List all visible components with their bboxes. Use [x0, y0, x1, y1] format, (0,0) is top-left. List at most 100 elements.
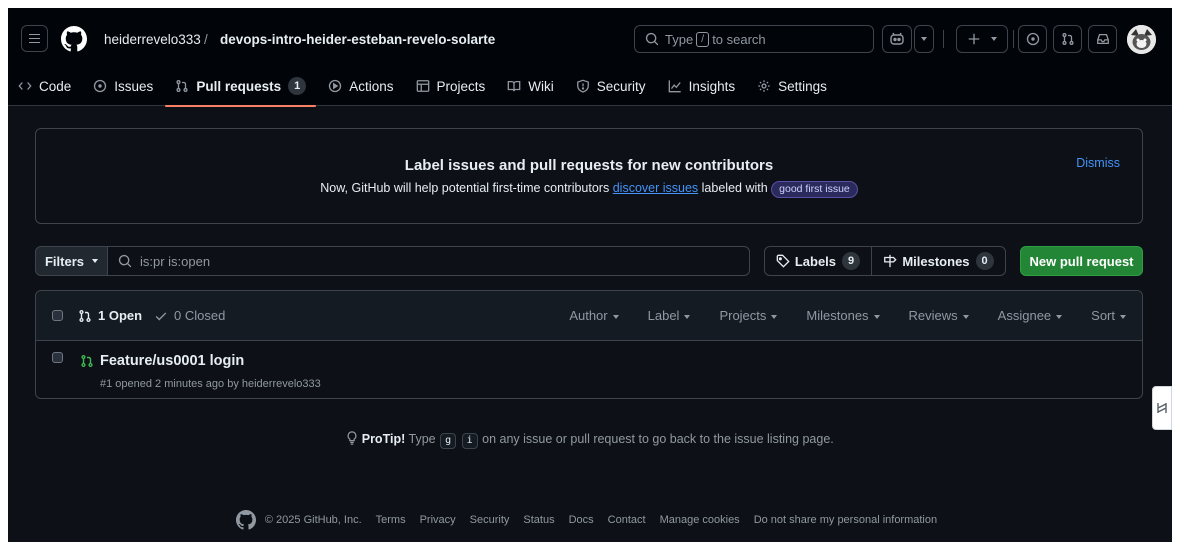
menu-label: Projects: [719, 308, 767, 323]
labels-count-badge: 9: [842, 252, 861, 270]
chevron-down-icon: [1056, 314, 1063, 319]
footer-link-manage-cookies[interactable]: Manage cookies: [660, 514, 740, 526]
gear-icon: [758, 80, 770, 92]
menu-label: Milestones: [806, 308, 869, 323]
list-item: Feature/us0001 login #1 opened 2 minutes…: [36, 341, 1142, 398]
pull-request-list: 1 Open 0 Closed Author Label Projects Mi…: [35, 290, 1143, 399]
footer-link-privacy[interactable]: Privacy: [420, 514, 456, 526]
avatar[interactable]: [1127, 25, 1156, 54]
closed-filter-link[interactable]: 0 Closed: [154, 308, 225, 323]
chevron-down-icon: [684, 314, 691, 319]
reviews-dropdown[interactable]: Reviews: [909, 308, 969, 323]
footer-link-security[interactable]: Security: [470, 514, 510, 526]
banner-text-before: Now, GitHub will help potential first-ti…: [320, 181, 610, 195]
tab-code[interactable]: Code: [8, 72, 81, 100]
tab-actions[interactable]: Actions: [318, 72, 403, 100]
select-all-checkbox[interactable]: [52, 310, 63, 321]
open-pull-request-icon: [81, 354, 93, 368]
breadcrumb-owner[interactable]: heiderrevelo333: [104, 32, 201, 47]
open-count: 1 Open: [98, 308, 143, 323]
tab-projects[interactable]: Projects: [406, 72, 496, 100]
keyboard-key-g: g: [440, 433, 457, 449]
tab-label: Projects: [436, 78, 486, 94]
tab-label: Actions: [349, 78, 394, 94]
menu-label: Author: [569, 308, 608, 323]
sort-dropdown[interactable]: Sort: [1091, 308, 1126, 323]
chevron-down-icon: [612, 314, 619, 319]
github-logo-icon[interactable]: [61, 26, 87, 52]
labels-label: Labels: [794, 253, 837, 269]
filters-button[interactable]: Filters: [35, 246, 108, 276]
closed-count: 0 Closed: [174, 308, 226, 323]
new-pull-request-button[interactable]: New pull request: [1020, 246, 1143, 276]
pull-request-search-input[interactable]: is:pr is:open: [107, 246, 750, 276]
menu-button[interactable]: [21, 25, 48, 52]
search-icon: [645, 32, 659, 46]
footer-link-contact[interactable]: Contact: [608, 514, 646, 526]
chevron-down-icon: [991, 37, 997, 41]
pull-request-title-link[interactable]: Feature/us0001 login: [100, 353, 244, 369]
side-panel-toggle[interactable]: [1152, 386, 1172, 430]
chevron-down-icon: [921, 37, 927, 41]
tab-label: Pull requests: [196, 78, 282, 94]
global-search-input[interactable]: Type / to search: [634, 25, 874, 53]
open-filter-link[interactable]: 1 Open: [78, 308, 142, 323]
light-bulb-icon: [347, 431, 357, 445]
keyboard-key-i: i: [461, 433, 478, 449]
create-new-button[interactable]: [956, 25, 1008, 53]
pull-requests-count-badge: 1: [288, 77, 307, 95]
repo-nav: Code Issues Pull requests 1 Actions Proj…: [8, 72, 839, 107]
tab-label: Issues: [114, 78, 154, 94]
breadcrumb-repo[interactable]: devops-intro-heider-esteban-revelo-solar…: [220, 32, 495, 47]
play-icon: [329, 79, 342, 93]
copilot-icon: [890, 32, 904, 45]
list-header: 1 Open 0 Closed Author Label Projects Mi…: [36, 291, 1142, 341]
chevron-down-icon: [771, 314, 778, 319]
author-dropdown[interactable]: Author: [569, 308, 619, 323]
tab-pull-requests[interactable]: Pull requests 1: [165, 72, 317, 107]
tab-label: Insights: [688, 78, 736, 94]
inbox-icon: [1096, 33, 1109, 45]
tab-security[interactable]: Security: [566, 72, 656, 100]
book-icon: [507, 80, 521, 92]
footer-link-status[interactable]: Status: [523, 514, 554, 526]
tab-label: Code: [39, 78, 72, 94]
filters-label: Filters: [44, 253, 84, 269]
github-logo-icon[interactable]: [235, 510, 256, 530]
shield-icon: [576, 79, 589, 93]
banner-title: Label issues and pull requests for new c…: [404, 157, 774, 174]
tab-label: Settings: [778, 78, 827, 94]
menu-label: Label: [647, 308, 680, 323]
tab-wiki[interactable]: Wiki: [497, 72, 564, 100]
discover-issues-link[interactable]: discover issues: [613, 181, 698, 195]
pull-requests-button[interactable]: [1053, 25, 1082, 53]
milestones-dropdown[interactable]: Milestones: [806, 308, 880, 323]
label-dropdown[interactable]: Label: [648, 308, 691, 323]
milestone-icon: [884, 254, 897, 268]
footer-link-do-not-share[interactable]: Do not share my personal information: [754, 514, 937, 526]
copilot-button[interactable]: [882, 25, 912, 53]
window-edge: [1172, 0, 1180, 542]
row-checkbox[interactable]: [52, 352, 63, 363]
labels-button[interactable]: Labels 9: [764, 246, 872, 276]
copilot-dropdown-button[interactable]: [914, 25, 934, 53]
issues-button[interactable]: [1018, 25, 1047, 53]
protip-after: on any issue or pull request to go back …: [482, 432, 834, 446]
user-avatar-icon: [1127, 25, 1156, 54]
milestones-button[interactable]: Milestones 0: [871, 246, 1006, 276]
tab-insights[interactable]: Insights: [658, 72, 746, 100]
dismiss-button[interactable]: Dismiss: [1076, 156, 1120, 170]
tab-settings[interactable]: Settings: [747, 72, 837, 100]
protip-before: Type: [408, 432, 436, 446]
good-first-issue-label[interactable]: good first issue: [771, 181, 858, 198]
projects-dropdown[interactable]: Projects: [719, 308, 778, 323]
translate-icon: [1157, 403, 1167, 413]
assignee-dropdown[interactable]: Assignee: [998, 308, 1063, 323]
tab-issues[interactable]: Issues: [83, 72, 163, 100]
menu-label: Reviews: [908, 308, 958, 323]
tag-icon: [776, 254, 790, 268]
footer-link-docs[interactable]: Docs: [569, 514, 594, 526]
hamburger-icon: [29, 37, 40, 40]
inbox-button[interactable]: [1088, 25, 1117, 53]
footer-link-terms[interactable]: Terms: [376, 514, 406, 526]
